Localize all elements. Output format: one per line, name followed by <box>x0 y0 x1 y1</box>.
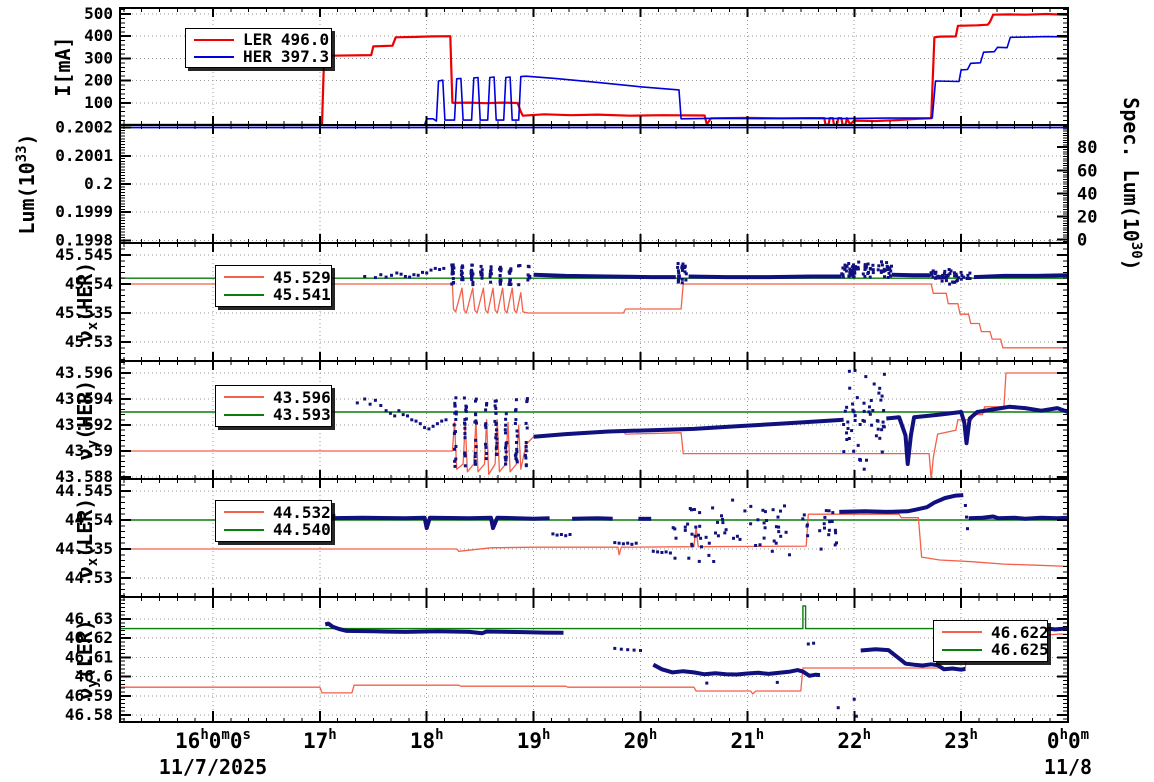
axis-title-current: I[mA] <box>51 36 75 96</box>
panel-frame <box>119 596 1069 723</box>
panel-lum: 0.20020.20010.20.19990.1998Lum(1033) 8060… <box>14 97 1144 270</box>
x-tick-label: 22h​ <box>837 727 871 753</box>
series-nu-x-her-set <box>120 283 1068 349</box>
panel-frame <box>119 478 1069 598</box>
series-nu-x-ler-band-1 <box>325 515 550 531</box>
series-nu-x-ler-band-1b <box>572 516 613 521</box>
panel-ticks <box>120 361 1068 479</box>
right-tick-label: 20 <box>1077 207 1097 227</box>
series-nu-x-ler-dip-2 <box>613 541 638 546</box>
series-nu-y-ler-outlier-dots <box>705 641 858 718</box>
y-tick-label: 44.545 <box>55 481 113 500</box>
y-tick-label: 43.596 <box>55 363 113 382</box>
series-nu-y-ler-band-2 <box>652 662 821 678</box>
y-tick-label: 0.2002 <box>55 118 113 137</box>
series-nu-x-her-band-2 <box>688 274 842 280</box>
series-nu-y-ler-band-4 <box>965 625 1068 657</box>
y-tick-label: 200 <box>84 71 113 90</box>
series-nu-y-her-set <box>120 372 1068 479</box>
y-tick-label: 0.1999 <box>55 202 113 221</box>
x-tick-label: 0h​0m​ <box>1047 727 1089 753</box>
series-nu-x-her-band-1 <box>533 272 676 280</box>
axis-title-nu-x-her: νx(HER) <box>73 262 101 343</box>
right-axis-title: Spec. Lum(1030) <box>1119 97 1144 270</box>
panel-nu-y-ler: 46.6346.6246.6146.646.5946.58νy(LER) <box>65 596 1069 724</box>
axis-title-nu-x-ler: νx(LER) <box>73 498 101 579</box>
panel-frame <box>119 124 1069 244</box>
panel-nu-y-her: 43.59643.59443.59243.5943.588νy(HER) <box>55 360 1069 486</box>
panel-ticks <box>120 8 1068 126</box>
date-label-right: 11/8 <box>1044 755 1092 779</box>
axis-title-lum: Lum(1033) <box>14 133 39 234</box>
right-tick-label: 40 <box>1077 184 1097 204</box>
series-nu-y-her-burst-2 <box>842 369 886 471</box>
x-tick-label: 19h​ <box>517 727 551 753</box>
panel-ticks <box>120 242 1068 361</box>
series-nu-x-her-band-4 <box>973 273 1068 280</box>
series-nu-x-her-injection-burst <box>450 263 532 287</box>
series-nu-x-her-burst-3 <box>840 260 893 279</box>
series-nu-x-ler-band-2 <box>839 493 964 514</box>
panel-current: 500 400 300 200 100 I[mA] <box>51 4 1069 126</box>
x-tick-label: 20h​ <box>624 727 658 753</box>
series-nu-y-ler-dots-mid <box>613 646 642 652</box>
series-nu-y-her-band-2 <box>886 404 1068 466</box>
right-tick-label: 0 <box>1077 230 1087 250</box>
series-nu-x-her-band-3 <box>891 272 930 278</box>
x-tick-label: 21h​ <box>731 727 765 753</box>
series-nu-x-ler-band-3 <box>968 514 1068 521</box>
panel-nu-x-her: 45.54545.5445.53545.53νx(HER) <box>55 242 1069 362</box>
x-axis-labels: 16h​0m​0s​ 17h​ 18h​ 19h​ 20h​ 21h​ 22h​ 23h​ 0h… <box>159 727 1092 779</box>
series-nu-x-ler-dots-start <box>323 508 336 517</box>
y-tick-label: 0.2 <box>84 174 113 193</box>
series-nu-y-ler-band-3 <box>860 647 966 672</box>
y-tick-label: 300 <box>84 48 113 67</box>
y-tick-label: 400 <box>84 26 113 45</box>
panel-ticks <box>120 478 1068 597</box>
series-nu-y-ler-ref <box>120 605 1068 630</box>
y-tick-label: 500 <box>84 4 113 23</box>
x-tick-label: 23h​ <box>944 727 978 753</box>
y-tick-label: 0.2001 <box>55 146 113 165</box>
date-label-left: 11/7/2025 <box>159 755 267 779</box>
series-nu-y-her-dots-early <box>355 397 448 431</box>
right-tick-label: 60 <box>1077 161 1097 181</box>
panel-nu-x-ler: 44.54544.5444.53544.53νx(LER) <box>55 478 1069 598</box>
series-nu-x-ler-dip-3 <box>651 549 672 555</box>
series-nu-x-her-burst-4 <box>927 268 972 286</box>
series-HER-current <box>120 35 1068 125</box>
x-tick-label: 18h​ <box>410 727 444 753</box>
series-LER-current <box>120 12 1068 125</box>
series-nu-x-her-dots-early <box>363 266 446 280</box>
series-nu-x-ler-fall-dots <box>963 504 969 531</box>
beam-monitor-page: 500 400 300 200 100 I[mA] 0.2002 0.2001 0.2 0.199… <box>0 0 1154 782</box>
series-nu-x-ler-set <box>120 513 1068 568</box>
series-nu-x-ler-dip-1 <box>551 532 572 538</box>
panel-frame <box>119 360 1069 480</box>
panel-frame <box>119 242 1069 362</box>
y-tick-label: 100 <box>84 93 113 112</box>
y-tick-label: 46.58 <box>65 705 113 724</box>
x-tick-label: 16h​0m​0s​ <box>175 727 251 753</box>
y-tick-label: 45.545 <box>55 245 113 264</box>
timeseries-plot: 500400300200100I[mA]0.20020.20010.20.199… <box>14 4 1144 779</box>
x-tick-label: 17h​ <box>303 727 337 753</box>
panel-ticks <box>120 597 1068 722</box>
panel-ticks <box>120 125 1068 243</box>
right-tick-label: 80 <box>1077 138 1097 158</box>
series-nu-y-her-band-1 <box>533 417 844 439</box>
series-nu-x-her-burst-2 <box>676 262 688 285</box>
panel-frame <box>119 7 1069 126</box>
